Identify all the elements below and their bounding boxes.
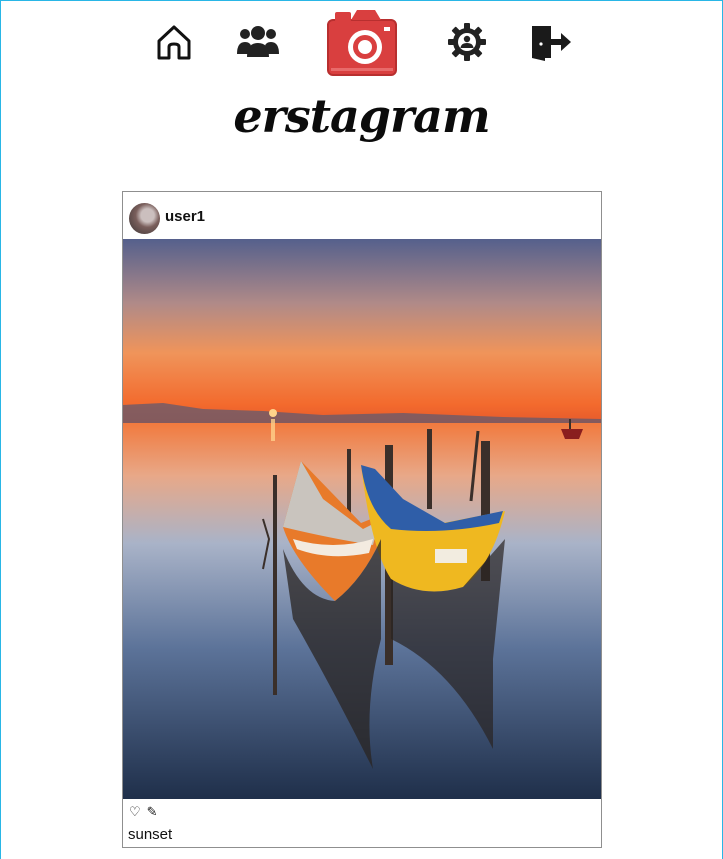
home-icon (157, 25, 191, 60)
post-header: user1 (123, 192, 601, 239)
post-caption: sunset (128, 826, 173, 843)
post-actions: ♡ ✎ (129, 804, 158, 820)
top-nav (1, 1, 722, 81)
camera-icon (327, 10, 397, 76)
friends-nav-button[interactable] (235, 23, 281, 59)
logout-nav-button[interactable] (528, 21, 574, 63)
post-username[interactable]: user1 (165, 208, 205, 225)
like-icon[interactable]: ♡ (129, 805, 141, 819)
settings-nav-button[interactable] (445, 21, 489, 63)
camera-nav-button[interactable] (324, 5, 400, 79)
post-card: user1 ♡ ✎ sunset (122, 191, 602, 848)
avatar[interactable] (129, 203, 160, 234)
post-image[interactable] (123, 239, 601, 799)
logout-icon (532, 26, 571, 61)
brand-logo: erstagram (233, 89, 490, 143)
friends-icon (237, 26, 279, 57)
settings-icon (448, 23, 486, 61)
edit-icon[interactable]: ✎ (147, 805, 158, 819)
home-nav-button[interactable] (152, 21, 196, 63)
